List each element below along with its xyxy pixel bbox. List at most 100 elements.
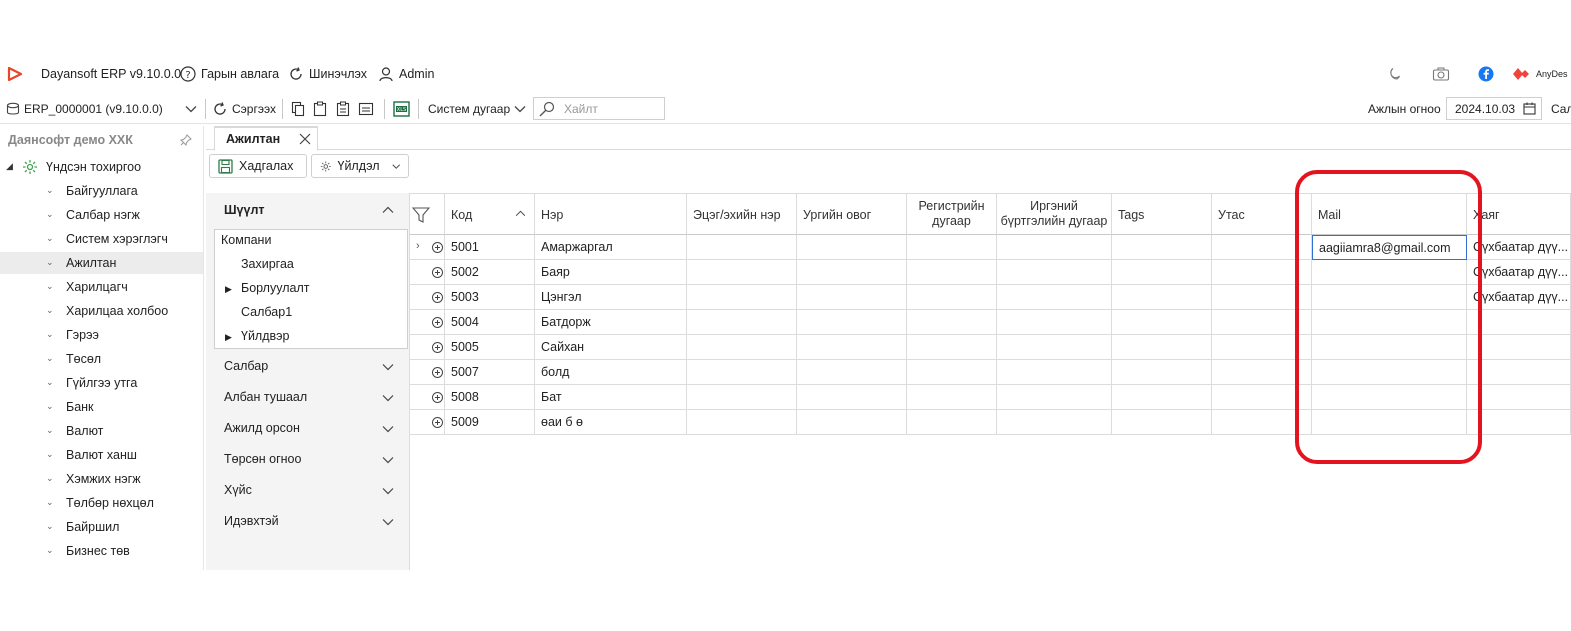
expand-row-icon[interactable] [432, 292, 443, 303]
chevron-down-icon[interactable] [382, 425, 394, 433]
chevron-down-icon[interactable] [382, 363, 394, 371]
sidebar-item[interactable]: ⌄ Салбар нэгж [0, 204, 203, 226]
user-button[interactable]: Admin [378, 66, 434, 82]
expand-row-icon[interactable] [432, 267, 443, 278]
chevron-down-icon[interactable] [382, 394, 394, 402]
filter-list-item[interactable]: Компани [221, 233, 271, 247]
expand-triangle-icon[interactable]: ▶ [225, 284, 232, 295]
sidebar-item[interactable]: ⌄ Валют ханш [0, 444, 203, 466]
table-cell[interactable] [687, 335, 797, 360]
filter-group-header[interactable]: Идэвхтэй [224, 514, 279, 528]
column-header[interactable]: Утас [1212, 193, 1312, 235]
table-cell[interactable] [1312, 385, 1467, 410]
table-cell[interactable] [1212, 385, 1312, 410]
filter-list-item[interactable]: Үйлдвэр [241, 329, 290, 343]
row-indicator[interactable] [410, 410, 445, 435]
chevron-down-icon[interactable] [382, 487, 394, 495]
table-cell[interactable] [997, 285, 1112, 310]
system-number-dropdown[interactable]: Систем дугаар [428, 98, 526, 120]
table-cell[interactable]: Амаржаргал [535, 235, 687, 260]
table-cell[interactable] [1112, 385, 1212, 410]
expand-row-icon[interactable] [432, 317, 443, 328]
expand-row-icon[interactable] [432, 392, 443, 403]
table-cell[interactable] [1212, 360, 1312, 385]
table-cell[interactable]: 5004 [445, 310, 535, 335]
table-cell[interactable]: Бат [535, 385, 687, 410]
table-cell[interactable] [1112, 410, 1212, 435]
table-row[interactable]: › 5001 Амаржаргал aagiiamra8@gmail.com Сүхба… [410, 235, 1571, 260]
table-cell[interactable] [1467, 410, 1571, 435]
table-cell[interactable] [907, 385, 997, 410]
chevron-up-icon[interactable] [382, 206, 394, 214]
sidebar-item[interactable]: ⌄ Хэмжих нэгж [0, 468, 203, 490]
table-cell[interactable] [797, 285, 907, 310]
chevron-down-icon[interactable] [382, 518, 394, 526]
table-cell[interactable] [687, 235, 797, 260]
row-indicator[interactable] [410, 260, 445, 285]
close-icon[interactable] [298, 132, 312, 146]
column-filter-button[interactable] [410, 193, 445, 235]
sidebar-item[interactable]: ⌄ Төлбөр нөхцөл [0, 492, 203, 514]
table-cell[interactable] [907, 285, 997, 310]
table-cell[interactable] [1212, 310, 1312, 335]
table-cell[interactable] [1212, 285, 1312, 310]
table-cell[interactable]: 5009 [445, 410, 535, 435]
filter-group-header[interactable]: Хүйс [224, 483, 252, 497]
column-header[interactable]: Регистрийн дугаар [907, 193, 997, 235]
table-cell[interactable]: өаи б ө [535, 410, 687, 435]
row-indicator[interactable] [410, 360, 445, 385]
table-cell[interactable]: Сүхбаатар дүү... [1467, 235, 1571, 260]
table-cell[interactable] [687, 360, 797, 385]
table-cell[interactable]: 5005 [445, 335, 535, 360]
table-cell[interactable] [687, 385, 797, 410]
table-cell[interactable] [1467, 335, 1571, 360]
table-cell[interactable] [1467, 310, 1571, 335]
form-view-button[interactable] [358, 98, 374, 120]
expand-row-icon[interactable] [432, 242, 443, 253]
filter-list-item[interactable]: Захиргаа [241, 257, 294, 271]
save-button[interactable]: Хадгалах [209, 154, 307, 178]
table-cell[interactable]: aagiiamra8@gmail.com [1312, 235, 1467, 260]
table-cell[interactable]: Батдорж [535, 310, 687, 335]
table-cell[interactable] [997, 385, 1112, 410]
filter-list-item[interactable]: Борлуулалт [241, 281, 309, 295]
help-button[interactable]: ? Гарын авлага [180, 66, 279, 82]
table-cell[interactable] [687, 285, 797, 310]
paste-special-button[interactable] [335, 98, 351, 120]
table-cell[interactable]: Сайхан [535, 335, 687, 360]
anydesk-button[interactable]: AnyDes [1513, 66, 1568, 82]
table-cell[interactable] [797, 335, 907, 360]
pin-button[interactable] [179, 134, 192, 149]
action-menu-button[interactable]: Үйлдэл [311, 154, 409, 178]
paste-button[interactable] [312, 98, 328, 120]
tab-employee[interactable]: Ажилтан [214, 126, 318, 151]
sidebar-item[interactable]: ⌄ Систем хэрэглэгч [0, 228, 203, 250]
tree-root-settings[interactable]: ◢ Үндсэн тохиргоо [0, 156, 203, 178]
table-cell[interactable] [1467, 360, 1571, 385]
column-header[interactable]: Эцэг/эхийн нэр [687, 193, 797, 235]
column-header[interactable]: Код [445, 193, 535, 235]
facebook-button[interactable] [1478, 66, 1494, 82]
table-cell[interactable] [997, 360, 1112, 385]
table-cell[interactable]: 5007 [445, 360, 535, 385]
sidebar-item[interactable]: ⌄ Харилцаа холбоо [0, 300, 203, 322]
sidebar-item[interactable]: ⌄ Гэрээ [0, 324, 203, 346]
excel-export-button[interactable]: XLS [393, 98, 410, 120]
table-cell[interactable] [1112, 310, 1212, 335]
filter-list-item[interactable]: Салбар1 [241, 305, 292, 319]
expand-row-icon[interactable] [432, 367, 443, 378]
filter-group-header[interactable]: Салбар [224, 359, 268, 373]
table-cell[interactable]: Баяр [535, 260, 687, 285]
table-cell[interactable] [1312, 285, 1467, 310]
column-header[interactable]: Иргэний бүртгэлийн дугаар [997, 193, 1112, 235]
column-header[interactable]: Mail [1312, 193, 1467, 235]
table-cell[interactable] [907, 310, 997, 335]
search-input[interactable]: Хайлт [533, 97, 665, 120]
table-cell[interactable] [1112, 285, 1212, 310]
table-cell[interactable] [997, 410, 1112, 435]
table-cell[interactable] [997, 310, 1112, 335]
table-cell[interactable]: 5003 [445, 285, 535, 310]
table-cell[interactable] [1312, 410, 1467, 435]
refresh-button[interactable]: Сэргээх [212, 98, 276, 120]
table-cell[interactable] [1312, 360, 1467, 385]
